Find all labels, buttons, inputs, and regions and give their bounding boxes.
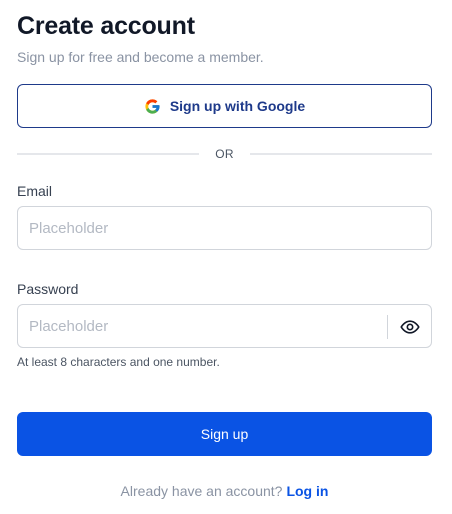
or-divider: OR — [17, 145, 433, 163]
google-signup-button[interactable]: Sign up with Google — [17, 84, 432, 128]
password-label: Password — [17, 281, 79, 297]
page-subtitle: Sign up for free and become a member. — [17, 49, 264, 65]
google-signup-label: Sign up with Google — [169, 98, 306, 114]
password-hint: At least 8 characters and one number. — [17, 355, 220, 369]
password-toggle-divider — [387, 315, 388, 339]
email-field-wrapper — [17, 206, 432, 250]
password-field-wrapper — [17, 304, 432, 348]
email-field[interactable] — [18, 207, 431, 249]
signup-button[interactable]: Sign up — [17, 412, 432, 456]
eye-icon[interactable] — [400, 317, 420, 337]
google-logo-icon — [145, 98, 160, 114]
divider-label: OR — [215, 147, 234, 161]
email-label: Email — [17, 183, 53, 199]
password-field[interactable] — [18, 305, 388, 347]
login-prompt: Already have an account? Log in — [17, 483, 432, 499]
page-title: Create account — [17, 12, 195, 40]
login-link[interactable]: Log in — [286, 483, 328, 499]
login-question: Already have an account? — [120, 483, 283, 499]
divider-line-right — [249, 153, 433, 155]
divider-line-left — [17, 153, 200, 155]
